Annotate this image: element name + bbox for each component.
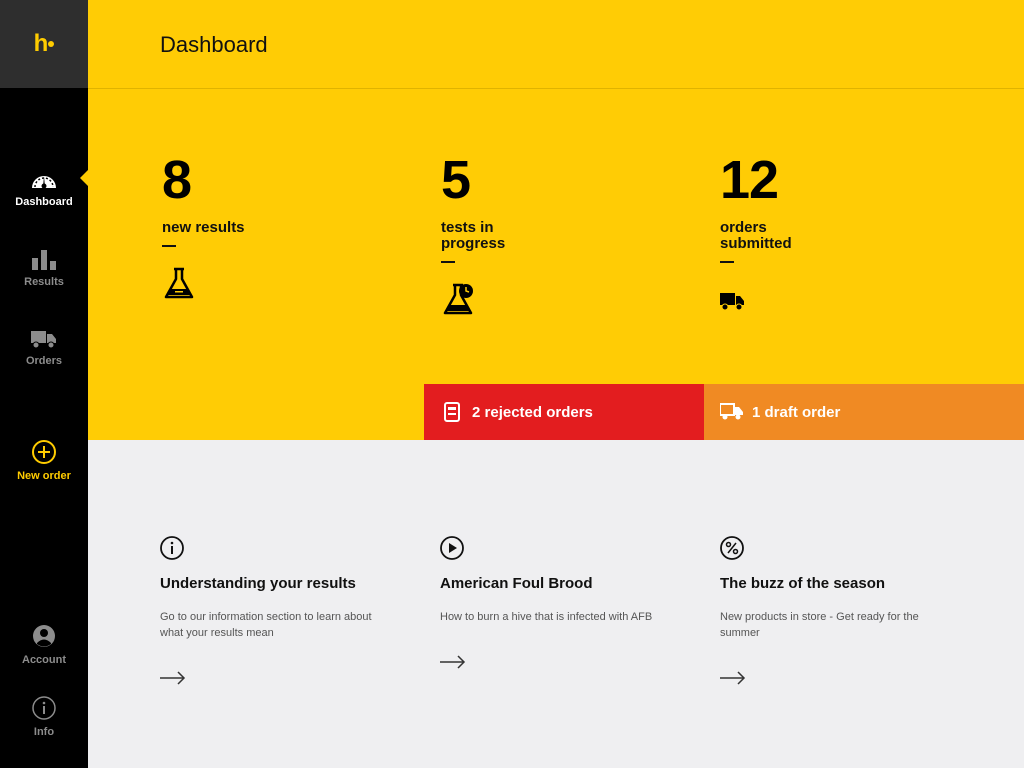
arrow-right-icon[interactable]: [720, 671, 746, 685]
stat-tests-in-progress[interactable]: 5 tests in progress: [441, 150, 641, 322]
user-icon: [33, 625, 55, 647]
sidebar-item-label: Info: [33, 726, 55, 738]
logo-dot: [48, 41, 55, 47]
truck-icon: [720, 400, 744, 424]
rejected-orders-alert[interactable]: 2 rejected orders: [424, 384, 704, 440]
gauge-icon: [32, 176, 56, 189]
stat-label: new results: [162, 219, 245, 236]
arrow-right-icon[interactable]: [440, 655, 466, 669]
info-icon: [32, 696, 56, 720]
sidebar-item-label: Dashboard: [15, 196, 73, 208]
article-card[interactable]: Understanding your results Go to our inf…: [160, 536, 380, 690]
article-description: Go to our information section to learn a…: [160, 611, 372, 639]
stat-value: 5: [441, 150, 471, 210]
flask-clock-icon: [443, 283, 473, 315]
truck-icon: [720, 293, 744, 311]
article-card[interactable]: The buzz of the season New products in s…: [720, 536, 940, 690]
sidebar-item-account[interactable]: Account: [0, 624, 88, 666]
stat-value: 12: [720, 150, 779, 210]
article-description: How to burn a hive that is infected with…: [440, 611, 653, 623]
draft-order-alert[interactable]: 1 draft order: [704, 384, 1024, 440]
sidebar-item-orders[interactable]: Orders: [0, 331, 88, 367]
article-title: The buzz of the season: [720, 575, 886, 592]
arrow-right-icon[interactable]: [160, 671, 186, 685]
stat-value: 8: [162, 150, 192, 210]
info-icon: [160, 536, 184, 560]
bar-chart-icon: [32, 250, 56, 270]
alert-label: 2 rejected orders: [472, 403, 593, 421]
plus-circle-icon: [32, 440, 56, 464]
article-title: Understanding your results: [160, 575, 356, 592]
stat-label: orders submitted: [720, 219, 792, 252]
percent-icon: [720, 536, 744, 560]
active-indicator: [80, 170, 88, 186]
logo[interactable]: h: [0, 0, 88, 88]
sidebar-item-label: Results: [24, 276, 64, 288]
divider: [441, 261, 455, 263]
stat-label: tests in progress: [441, 219, 506, 252]
sidebar-item-label: New order: [17, 470, 71, 482]
page-title: Dashboard: [160, 32, 268, 57]
truck-icon: [31, 331, 56, 349]
article-title: American Foul Brood: [440, 575, 593, 592]
article-description: New products in store - Get ready for th…: [720, 611, 919, 639]
article-card[interactable]: American Foul Brood How to burn a hive t…: [440, 536, 660, 674]
new-order-button[interactable]: New order: [0, 440, 88, 482]
play-icon: [440, 536, 464, 560]
stat-orders-submitted[interactable]: 12 orders submitted: [720, 150, 920, 322]
page-header: Dashboard: [88, 0, 1024, 89]
sidebar-item-label: Orders: [25, 355, 63, 367]
flask-icon: [164, 267, 194, 299]
sidebar: h Dashboard Results Orders New order Acc…: [0, 0, 88, 768]
sidebar-item-results[interactable]: Results: [0, 250, 88, 288]
divider: [720, 261, 734, 263]
rejected-order-icon: [440, 400, 464, 424]
logo-text: h: [33, 30, 49, 57]
sidebar-item-label: Account: [22, 654, 66, 666]
sidebar-item-info[interactable]: Info: [0, 696, 88, 738]
divider: [162, 245, 176, 247]
stat-new-results[interactable]: 8 new results: [162, 150, 362, 306]
sidebar-item-dashboard[interactable]: Dashboard: [0, 168, 88, 208]
alert-label: 1 draft order: [752, 403, 841, 421]
